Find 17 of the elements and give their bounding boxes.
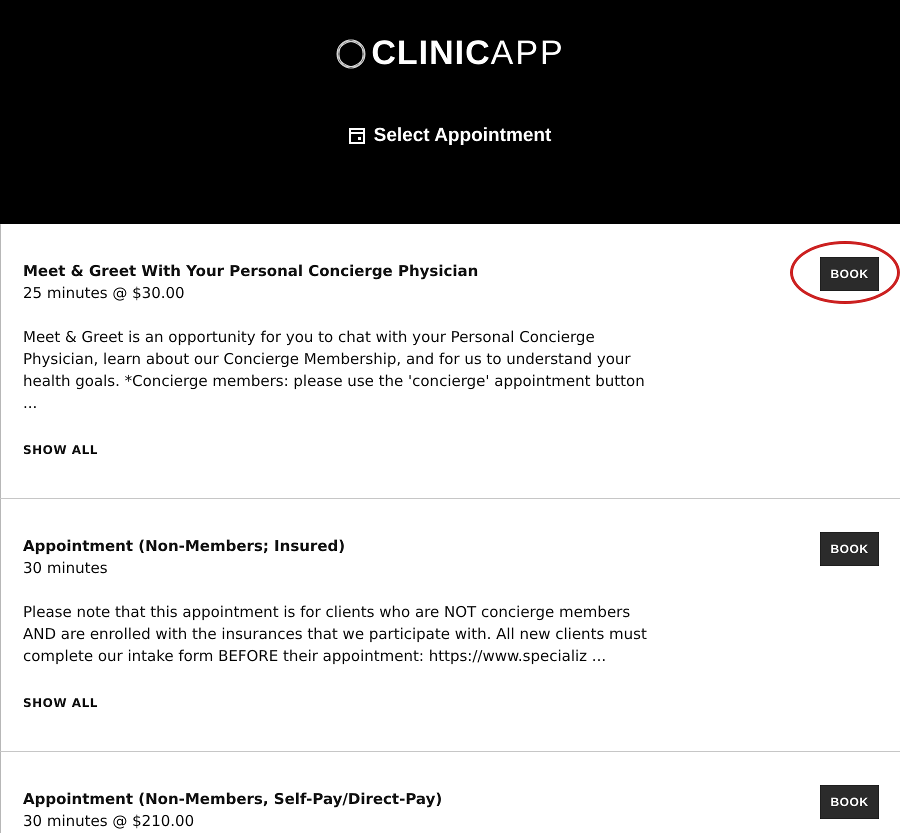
appointment-title: Meet & Greet With Your Personal Concierge Physician [23,261,478,282]
book-button[interactable]: BOOK [820,532,879,566]
duration-price: 30 minutes @ $210.00 [23,811,196,832]
duration-price: 25 minutes @ $30.00 [23,283,186,304]
appointment-description: Please note that this appointment is for clients who are NOT concierge members AND are enrolled with the insurances that we participate with. All new clients must complete our intake form BEFORE their appointment: https://www.specializ ... [23,602,648,667]
appointment-title: Appointment (Non-Members, Self-Pay/Direct-Pay) [23,789,442,810]
show-all-link[interactable]: SHOW ALL [23,443,98,457]
page-title: Select Appointment [374,125,552,147]
duration-price: 30 minutes [23,558,109,579]
appointment-description: Meet & Greet is an opportunity for you to chat with your Personal Concierge Physician, learn about our Concierge Membership, and for us to understand your health goals. *Concierge members: please use the 'concierge' appointment button ... [23,327,646,414]
book-button[interactable]: BOOK [820,785,879,819]
logo-text: CLINICAPP [371,34,565,73]
calendar-icon [348,128,365,144]
logo-ring-icon [335,38,368,70]
book-button[interactable]: BOOK [820,257,879,291]
appointment-title: Appointment (Non-Members; Insured) [23,536,346,557]
show-all-link[interactable]: SHOW ALL [23,696,98,710]
